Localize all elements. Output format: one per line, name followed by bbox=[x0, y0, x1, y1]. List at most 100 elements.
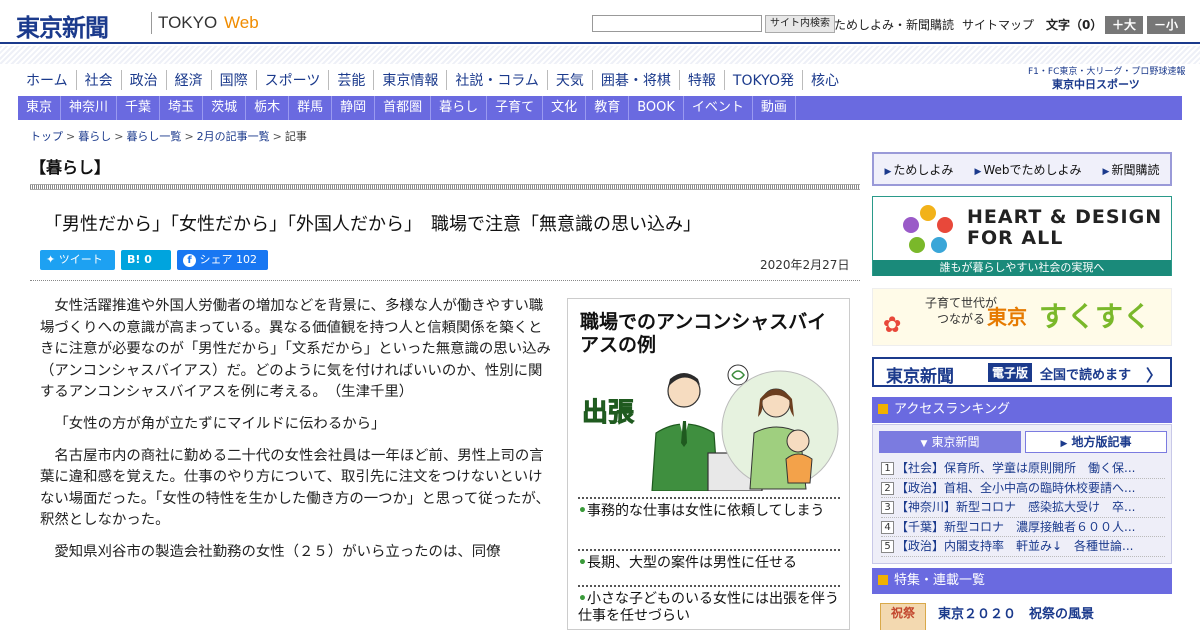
main-nav-item[interactable]: 東京情報 bbox=[373, 70, 446, 90]
ranking-tab-local[interactable]: ▶ 地方版記事 bbox=[1025, 431, 1167, 453]
ranking-box: ▼ 東京新聞 ▶ 地方版記事 1 【社会】保育所、学童は原則開所 働く保... 2 【政治… bbox=[872, 424, 1172, 564]
tokyo-sukusuku-banner[interactable]: ✿ 子育て世代が つながる 東京 すくすく bbox=[872, 288, 1172, 346]
epaper-text: 全国で読めます bbox=[1040, 368, 1132, 383]
ranking-header: アクセスランキング bbox=[872, 397, 1172, 423]
figure-item: •事務的な仕事は女性に依頼してしまう bbox=[578, 497, 840, 520]
feature-thumbnail[interactable]: 祝祭 bbox=[880, 603, 926, 630]
main-nav: ホーム 社会 政治 経済 国際 スポーツ 芸能 東京情報 社説・コラム 天気 囲碁・将棋 特報 TOKY… bbox=[18, 69, 847, 91]
main-nav-item[interactable]: 社会 bbox=[75, 70, 121, 90]
font-larger-button[interactable]: ＋大 bbox=[1105, 16, 1143, 34]
heart-design-logo-icon bbox=[903, 205, 953, 253]
site-search-button[interactable]: サイト内検索 bbox=[765, 15, 835, 33]
sub-nav-item[interactable]: イベント bbox=[684, 96, 753, 120]
ranking-item[interactable]: 2 【政治】首相、全小中高の臨時休校要請へ... bbox=[881, 479, 1165, 498]
article-body: 女性活躍推進や外国人労働者の増加などを背景に、多様な人が働きやすい職場づくりへの… bbox=[40, 296, 555, 574]
square-bullet-icon bbox=[878, 575, 888, 585]
ranking-number: 2 bbox=[881, 481, 894, 495]
article-paragraph: 愛知県刈谷市の製造会社勤務の女性（２５）がいら立ったのは、同僚 bbox=[54, 543, 501, 560]
main-nav-item[interactable]: 核心 bbox=[801, 70, 847, 90]
article-divider bbox=[30, 280, 860, 281]
chevron-right-icon: 〉 bbox=[1145, 366, 1162, 385]
breadcrumb-item: 記事 bbox=[284, 130, 307, 143]
site-header: 東京新聞 TOKYO Web サイト内検索 ためしよみ・新聞購読 サイトマップ … bbox=[0, 0, 1200, 44]
search-input[interactable] bbox=[592, 15, 762, 32]
sub-nav-item[interactable]: 動画 bbox=[753, 96, 796, 120]
main-nav-item[interactable]: 特報 bbox=[678, 70, 724, 90]
sub-nav-item[interactable]: 首都圏 bbox=[375, 96, 432, 120]
sub-nav-item[interactable]: 神奈川 bbox=[61, 96, 118, 120]
ranking-item-text: 【社会】保育所、学童は原則開所 働く保... bbox=[896, 461, 1136, 475]
sub-nav-item[interactable]: 千葉 bbox=[117, 96, 161, 120]
epaper-banner[interactable]: 東京新聞 電子版 全国で読めます 〉 bbox=[872, 357, 1172, 387]
heart-design-banner[interactable]: HEART & DESIGN FOR ALL 誰もが暮らしやすい社会の実現へ bbox=[872, 196, 1172, 276]
feature-item-link[interactable]: 東京２０２０ 祝祭の風景 bbox=[938, 603, 1094, 622]
breadcrumb-item[interactable]: トップ bbox=[30, 130, 63, 143]
ranking-item[interactable]: 5 【政治】内閣支持率 軒並み↓ 各種世論... bbox=[881, 537, 1165, 557]
logo-tokyo-text[interactable]: TOKYO bbox=[158, 13, 217, 33]
sukusuku-tokyo: 東京 bbox=[987, 305, 1027, 329]
hatena-bookmark-button[interactable]: B! 0 bbox=[121, 250, 171, 270]
main-nav-item[interactable]: TOKYO発 bbox=[723, 70, 802, 90]
section-title: 【暮らし】 bbox=[30, 158, 111, 177]
sub-nav-item[interactable]: 埼玉 bbox=[160, 96, 204, 120]
triangle-right-icon: ▶ bbox=[884, 166, 892, 177]
sub-nav-item[interactable]: 東京 bbox=[18, 96, 62, 120]
sub-nav-item[interactable]: 茨城 bbox=[203, 96, 247, 120]
sub-nav-item[interactable]: 静岡 bbox=[332, 96, 376, 120]
triangle-down-icon: ▼ bbox=[920, 439, 928, 449]
ranking-item[interactable]: 1 【社会】保育所、学童は原則開所 働く保... bbox=[881, 459, 1165, 479]
article-paragraph: 名古屋市内の商社に勤める二十代の女性会社員は一年ほど前、男性上司の言葉に違和感を… bbox=[40, 447, 550, 529]
main-nav-item[interactable]: 芸能 bbox=[328, 70, 373, 90]
breadcrumb-item[interactable]: 2月の記事一覧 bbox=[197, 130, 270, 143]
article-paragraph: 「女性の方が角が立たずにマイルドに伝わるから」 bbox=[54, 415, 386, 432]
main-nav-item[interactable]: スポーツ bbox=[255, 70, 329, 90]
main-nav-item[interactable]: 囲碁・将棋 bbox=[591, 70, 679, 90]
epaper-logo: 東京新聞 bbox=[886, 367, 954, 387]
ranking-number: 5 bbox=[881, 540, 894, 553]
article-headline: 「男性だから」「女性だから」「外国人だから」 職場で注意「無意識の思い込み」 bbox=[44, 214, 701, 235]
sidebar-link-subscribe[interactable]: ▶ 新聞購読 bbox=[1103, 161, 1160, 178]
breadcrumb-separator: > bbox=[66, 130, 76, 143]
site-logo[interactable]: 東京新聞 bbox=[16, 8, 109, 43]
ranking-number: 3 bbox=[881, 501, 894, 514]
breadcrumb-item[interactable]: 暮らし一覧 bbox=[126, 130, 181, 143]
ranking-tab-tokyo[interactable]: ▼ 東京新聞 bbox=[879, 431, 1021, 453]
main-nav-item[interactable]: 政治 bbox=[120, 70, 166, 90]
main-nav-item[interactable]: 社説・コラム bbox=[446, 70, 547, 90]
breadcrumb: トップ > 暮らし > 暮らし一覧 >2月の記事一覧 > 記事 bbox=[30, 128, 307, 144]
main-nav-item[interactable]: 天気 bbox=[546, 70, 592, 90]
square-bullet-icon bbox=[878, 404, 888, 414]
logo-web-text[interactable]: Web bbox=[224, 13, 259, 33]
triangle-right-icon: ▶ bbox=[974, 166, 982, 177]
sub-nav-item[interactable]: 群馬 bbox=[289, 96, 333, 120]
breadcrumb-separator: > bbox=[114, 130, 124, 143]
header-link-sitemap[interactable]: サイトマップ bbox=[962, 16, 1034, 33]
font-smaller-button[interactable]: －小 bbox=[1147, 16, 1185, 34]
sub-nav-item[interactable]: 子育て bbox=[487, 96, 544, 120]
tweet-button[interactable]: ✦ ツイート bbox=[40, 250, 115, 270]
page: 東京新聞 TOKYO Web サイト内検索 ためしよみ・新聞購読 サイトマップ … bbox=[0, 0, 1200, 630]
ranking-item[interactable]: 3 【神奈川】新型コロナ 感染拡大受け 卒... bbox=[881, 498, 1165, 518]
figure-title: 職場でのアンコンシャスバイアスの例 bbox=[580, 311, 827, 356]
sidebar-link-trial[interactable]: ▶ ためしよみ bbox=[885, 161, 954, 178]
sidebar-link-web-trial[interactable]: ▶ Webでためしよみ bbox=[974, 161, 1081, 178]
main-nav-item[interactable]: 経済 bbox=[165, 70, 211, 90]
breadcrumb-separator: > bbox=[272, 130, 282, 143]
article-figure[interactable]: 職場でのアンコンシャスバイアスの例 出張 •事務的な仕事は女性に依頼してしまう … bbox=[567, 298, 850, 630]
header-link-trial[interactable]: ためしよみ・新聞購読 bbox=[834, 16, 954, 33]
ranking-item[interactable]: 4 【千葉】新型コロナ 濃厚接触者６００人... bbox=[881, 518, 1165, 537]
businessman-illustration: 出張 bbox=[582, 364, 839, 491]
sub-nav-item[interactable]: 栃木 bbox=[246, 96, 290, 120]
facebook-share-button[interactable]: f シェア 102 bbox=[177, 250, 268, 270]
triangle-right-icon: ▶ bbox=[1102, 166, 1110, 177]
sub-nav-item[interactable]: 文化 bbox=[543, 96, 587, 120]
font-size-label: 文字（0） bbox=[1046, 18, 1103, 32]
breadcrumb-item[interactable]: 暮らし bbox=[78, 130, 111, 143]
main-nav-item[interactable]: 国際 bbox=[210, 70, 256, 90]
chunichi-sports-logo[interactable]: 東京中日スポーツ bbox=[1052, 76, 1140, 92]
sub-nav-item[interactable]: 教育 bbox=[586, 96, 630, 120]
main-nav-item[interactable]: ホーム bbox=[18, 70, 76, 90]
sub-nav-item[interactable]: BOOK bbox=[629, 96, 684, 120]
figure-item: •長期、大型の案件は男性に任せる bbox=[578, 549, 840, 572]
sub-nav-item[interactable]: 暮らし bbox=[431, 96, 488, 120]
